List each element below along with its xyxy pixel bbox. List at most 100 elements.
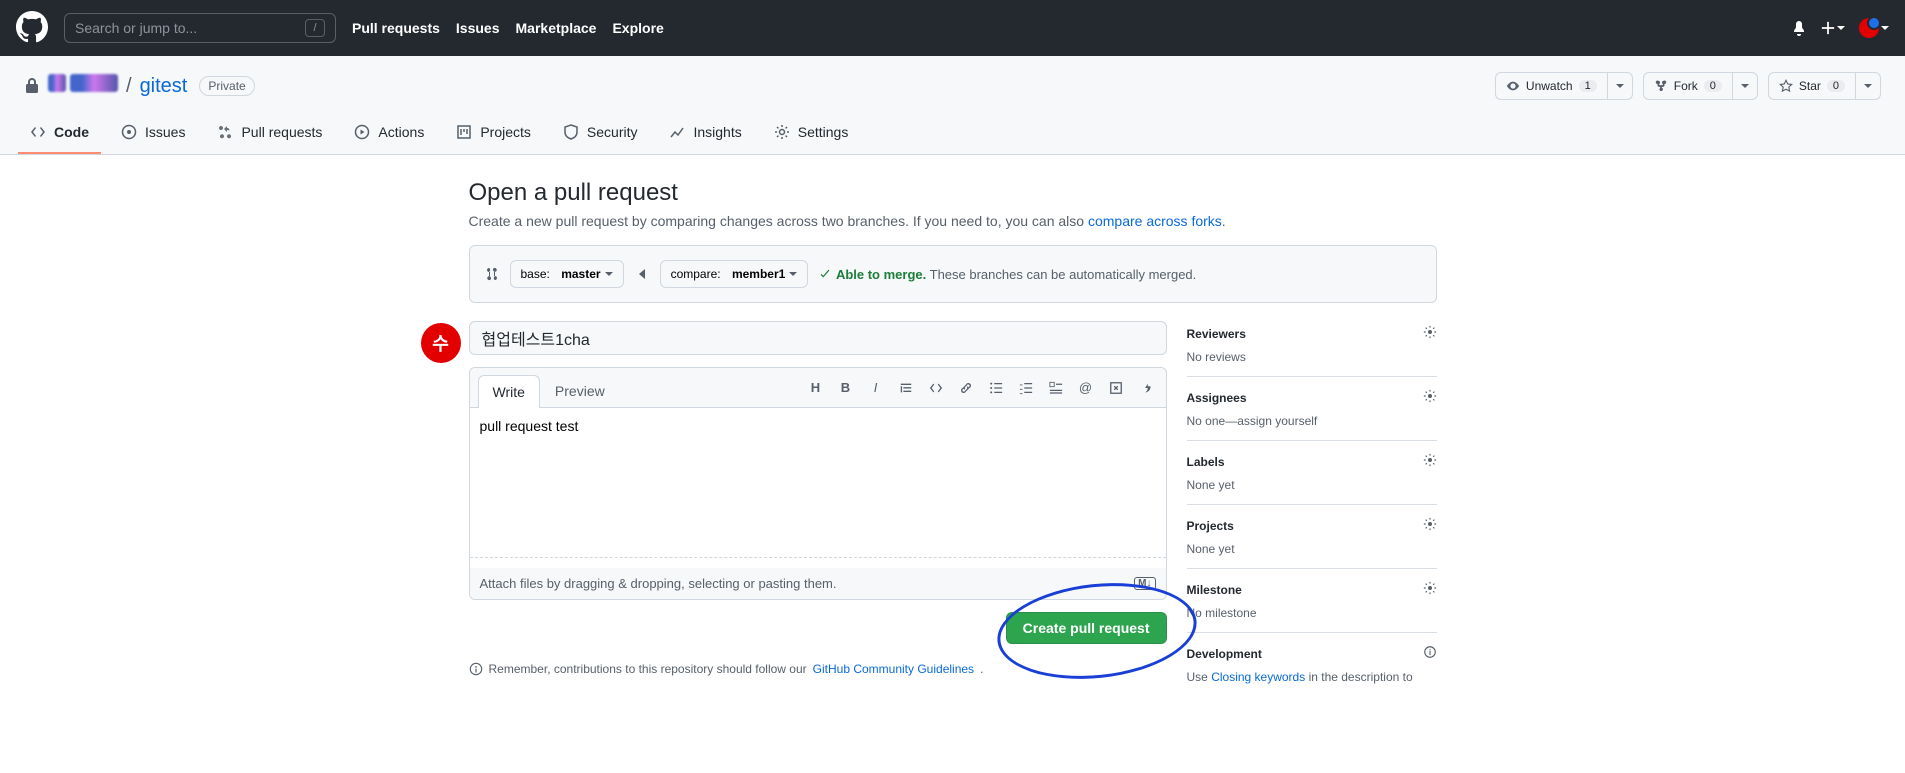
unwatch-button[interactable]: Unwatch 1 (1495, 72, 1607, 100)
nav-explore[interactable]: Explore (612, 20, 663, 36)
tab-settings[interactable]: Settings (762, 116, 861, 154)
star-dropdown[interactable] (1855, 72, 1881, 100)
tab-code-label: Code (54, 124, 89, 140)
preview-tab[interactable]: Preview (540, 374, 620, 407)
repo-visibility-badge: Private (199, 76, 254, 96)
compare-label: compare: (671, 267, 721, 281)
link-icon[interactable] (958, 380, 974, 396)
italic-icon[interactable]: I (868, 380, 884, 396)
lock-icon (24, 78, 40, 94)
quote-icon[interactable] (898, 380, 914, 396)
crossref-icon[interactable] (1108, 380, 1124, 396)
milestone-gear-icon[interactable] (1423, 581, 1437, 598)
markdown-badge[interactable]: M↓ (1134, 577, 1155, 590)
assignees-title: Assignees (1187, 391, 1247, 405)
shield-icon (563, 124, 579, 140)
global-nav: Pull requests Issues Marketplace Explore (352, 20, 664, 36)
star-label: Star (1799, 79, 1821, 93)
labels-title: Labels (1187, 455, 1225, 469)
fork-icon (1654, 79, 1668, 93)
bold-icon[interactable]: B (838, 380, 854, 396)
tab-projects-label: Projects (480, 124, 531, 140)
projects-gear-icon[interactable] (1423, 517, 1437, 534)
comment-box: Write Preview H B I @ (469, 367, 1167, 600)
milestone-title: Milestone (1187, 583, 1242, 597)
tab-issues[interactable]: Issues (109, 116, 197, 154)
compare-box: base: master compare: member1 Able to me… (469, 245, 1437, 303)
repo-slash: / (126, 75, 132, 98)
repo-name-link[interactable]: gitest (140, 75, 188, 98)
reply-icon[interactable] (1138, 380, 1154, 396)
reviewers-title: Reviewers (1187, 327, 1246, 341)
assign-yourself-link[interactable]: assign yourself (1237, 414, 1317, 428)
page-subtitle: Create a new pull request by comparing c… (469, 213, 1437, 229)
fork-button-group: Fork 0 (1643, 72, 1758, 100)
projects-body: None yet (1187, 542, 1437, 556)
fork-dropdown[interactable] (1732, 72, 1758, 100)
contrib-reminder: Remember, contributions to this reposito… (469, 662, 1167, 676)
tab-pull-requests[interactable]: Pull requests (205, 116, 334, 154)
watch-dropdown[interactable] (1607, 72, 1633, 100)
assignees-gear-icon[interactable] (1423, 389, 1437, 406)
repo-owner-link[interactable] (48, 74, 118, 98)
base-branch: master (561, 267, 600, 281)
nav-marketplace[interactable]: Marketplace (516, 20, 597, 36)
development-info-icon[interactable] (1423, 645, 1437, 662)
reviewers-body: No reviews (1187, 350, 1437, 364)
compare-branch-selector[interactable]: compare: member1 (660, 260, 809, 288)
main-content: Open a pull request Create a new pull re… (453, 179, 1453, 696)
pr-icon (217, 124, 233, 140)
fork-label: Fork (1674, 79, 1698, 93)
tab-code[interactable]: Code (18, 116, 101, 154)
sidebar-assignees: Assignees No one—assign yourself (1187, 377, 1437, 441)
merge-ok-text: Able to merge. (836, 267, 926, 282)
write-tab[interactable]: Write (478, 375, 540, 408)
sidebar-projects: Projects None yet (1187, 505, 1437, 569)
create-new-dropdown[interactable] (1821, 21, 1845, 35)
nav-issues[interactable]: Issues (456, 20, 500, 36)
compare-forks-link[interactable]: compare across forks (1088, 213, 1222, 229)
milestone-body: No milestone (1187, 606, 1437, 620)
tab-actions[interactable]: Actions (342, 116, 436, 154)
fork-button[interactable]: Fork 0 (1643, 72, 1732, 100)
reviewers-gear-icon[interactable] (1423, 325, 1437, 342)
attach-row[interactable]: Attach files by dragging & dropping, sel… (470, 568, 1166, 599)
notifications-icon[interactable] (1791, 20, 1807, 36)
code-icon (30, 124, 46, 140)
guidelines-link[interactable]: GitHub Community Guidelines (813, 662, 974, 676)
mention-icon[interactable]: @ (1078, 380, 1094, 396)
tab-security[interactable]: Security (551, 116, 650, 154)
pr-form: 수 Write Preview H B I (469, 321, 1167, 696)
user-avatar-menu[interactable] (1859, 18, 1889, 38)
closing-keywords-link[interactable]: Closing keywords (1211, 670, 1305, 684)
labels-gear-icon[interactable] (1423, 453, 1437, 470)
base-label: base: (521, 267, 550, 281)
avatar (1859, 18, 1879, 38)
pr-title-input[interactable] (469, 321, 1167, 355)
sidebar-labels: Labels None yet (1187, 441, 1437, 505)
nav-pull-requests[interactable]: Pull requests (352, 20, 440, 36)
compare-branch: member1 (732, 267, 785, 281)
attach-text: Attach files by dragging & dropping, sel… (480, 576, 837, 591)
create-pull-request-button[interactable]: Create pull request (1006, 612, 1167, 644)
ol-icon[interactable] (1018, 380, 1034, 396)
pr-body-textarea[interactable] (470, 408, 1166, 558)
arrow-left-icon (634, 266, 650, 282)
search-input[interactable] (75, 20, 305, 36)
global-search[interactable]: / (64, 13, 336, 43)
star-button[interactable]: Star 0 (1768, 72, 1855, 100)
tab-pr-label: Pull requests (241, 124, 322, 140)
github-logo[interactable] (16, 11, 48, 46)
slash-hint: / (305, 19, 325, 37)
repo-header: / gitest Private Unwatch 1 Fork 0 (0, 56, 1905, 155)
tasklist-icon[interactable] (1048, 380, 1064, 396)
eye-icon (1506, 79, 1520, 93)
base-branch-selector[interactable]: base: master (510, 260, 624, 288)
development-title: Development (1187, 647, 1262, 661)
star-button-group: Star 0 (1768, 72, 1881, 100)
tab-projects[interactable]: Projects (444, 116, 543, 154)
tab-insights[interactable]: Insights (657, 116, 753, 154)
code-icon[interactable] (928, 380, 944, 396)
ul-icon[interactable] (988, 380, 1004, 396)
heading-icon[interactable]: H (808, 380, 824, 396)
